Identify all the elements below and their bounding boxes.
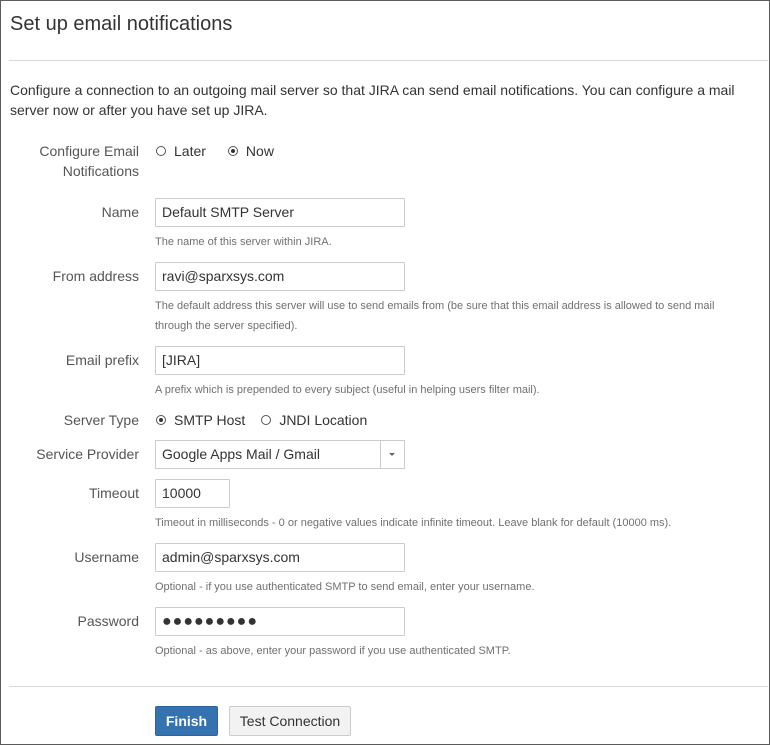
service-provider-value: Google Apps Mail / Gmail: [162, 446, 320, 462]
timeout-label: Timeout: [88, 485, 139, 501]
configure-email-label-line1: Configure Email: [39, 143, 139, 159]
service-provider-label: Service Provider: [36, 446, 139, 462]
from-address-label: From address: [52, 268, 139, 284]
from-address-help-line2: through the server specified).: [155, 320, 298, 332]
configure-later-radio[interactable]: Later: [156, 143, 206, 159]
password-label: Password: [77, 613, 139, 629]
setup-email-panel: Set up email notifications Configure a c…: [0, 0, 770, 745]
intro-text: Configure a connection to an outgoing ma…: [10, 82, 735, 118]
username-help: Optional - if you use authenticated SMTP…: [155, 581, 535, 593]
username-input[interactable]: admin@sparxsys.com: [155, 543, 405, 572]
radio-checked-icon: [227, 146, 238, 156]
configure-later-label: Later: [174, 143, 206, 159]
username-label: Username: [74, 549, 139, 565]
name-label: Name: [101, 204, 139, 220]
jndi-location-label: JNDI Location: [279, 412, 368, 428]
radio-unchecked-icon: [261, 415, 272, 425]
configure-email-label-line2: Notifications: [62, 163, 139, 179]
smtp-host-radio[interactable]: SMTP Host: [156, 412, 245, 428]
header-divider: [9, 60, 768, 61]
footer-divider: [9, 686, 768, 687]
timeout-input[interactable]: 10000: [155, 479, 230, 508]
password-help: Optional - as above, enter your password…: [155, 645, 511, 657]
jndi-location-radio[interactable]: JNDI Location: [261, 412, 367, 428]
email-prefix-help: A prefix which is prepended to every sub…: [155, 384, 540, 396]
configure-now-radio[interactable]: Now: [227, 143, 274, 159]
from-address-help-line1: The default address this server will use…: [155, 300, 715, 312]
radio-checked-icon: [156, 415, 166, 425]
email-prefix-label: Email prefix: [65, 352, 139, 368]
timeout-help: Timeout in milliseconds - 0 or negative …: [155, 517, 672, 529]
smtp-host-label: SMTP Host: [174, 412, 246, 428]
name-input[interactable]: Default SMTP Server: [155, 198, 405, 227]
page-title: Set up email notifications: [10, 13, 233, 35]
configure-email-radio-group: Later Now: [156, 141, 274, 161]
email-prefix-input[interactable]: [JIRA]: [155, 346, 405, 375]
configure-now-label: Now: [245, 143, 274, 159]
radio-unchecked-icon: [156, 146, 166, 156]
finish-button[interactable]: Finish: [155, 706, 218, 736]
server-type-label: Server Type: [63, 412, 139, 428]
test-connection-button[interactable]: Test Connection: [229, 706, 351, 736]
name-help: The name of this server within JIRA.: [155, 236, 332, 248]
server-type-radio-group: SMTP Host JNDI Location: [156, 410, 367, 430]
password-input[interactable]: ●●●●●●●●●: [155, 607, 405, 636]
chevron-down-icon[interactable]: [380, 441, 404, 468]
from-address-input[interactable]: ravi@sparxsys.com: [155, 262, 405, 291]
configure-email-label: Configure Email Notifications: [39, 141, 139, 181]
service-provider-select[interactable]: Google Apps Mail / Gmail: [155, 440, 405, 469]
